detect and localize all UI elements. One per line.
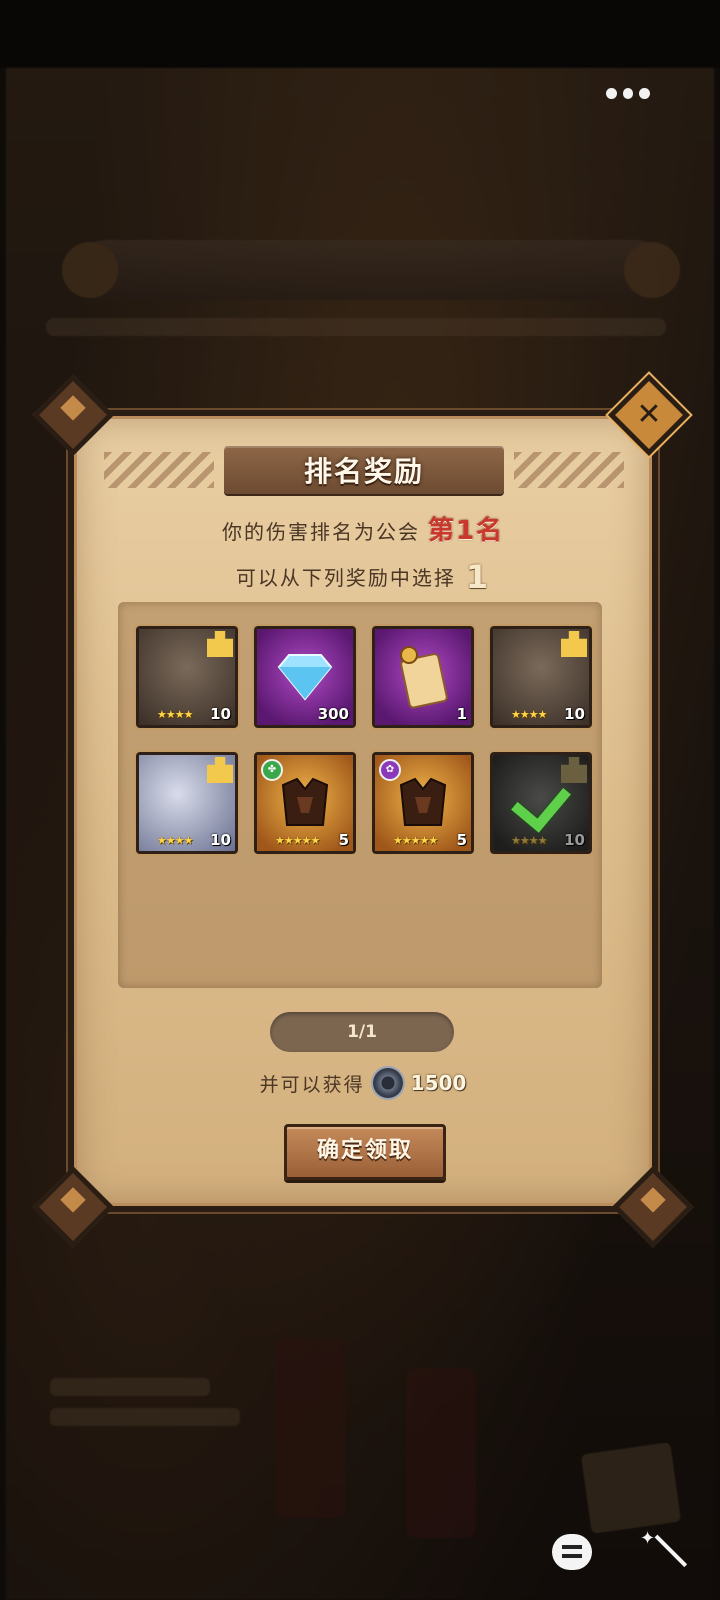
reward-item[interactable]: ★★★★ 10: [136, 626, 238, 728]
reward-item-selected[interactable]: ★★★★ 10: [490, 752, 592, 854]
reward-item[interactable]: ✤ ★★★★★ 5: [254, 752, 356, 854]
flower-badge-icon: ✿: [379, 759, 401, 781]
rank-value: 第1名: [427, 516, 505, 546]
ribbon-ornament: [514, 452, 624, 488]
clover-badge-icon: ✤: [261, 759, 283, 781]
star-rating: ★★★★: [157, 834, 193, 847]
item-count: 10: [210, 831, 231, 849]
more-options-button[interactable]: [606, 86, 651, 100]
page-indicator: 1/1: [270, 1012, 454, 1052]
dialog-title: 排名奖励: [303, 455, 424, 488]
extra-prefix: 并可以获得: [259, 1073, 365, 1096]
item-count: 5: [338, 831, 349, 849]
extra-amount: 1500: [410, 1071, 467, 1095]
confirm-claim-button[interactable]: 确定领取: [284, 1124, 446, 1180]
reward-item[interactable]: ★★★★ 10: [136, 752, 238, 854]
ribbon-ornament: [104, 452, 214, 488]
star-rating: ★★★★★: [393, 834, 438, 847]
reward-grid: ★★★★ 10 300 1 ★★★★ 10 ★★★★ 10 ✤ ★★★★★ 5 …: [118, 602, 602, 988]
dot-icon: [639, 87, 651, 99]
rank-prefix: 你的伤害排名为公会: [221, 520, 420, 544]
reward-item[interactable]: ★★★★ 10: [490, 626, 592, 728]
status-bar: [0, 0, 720, 68]
guild-coin-icon: [372, 1068, 403, 1098]
dot-icon: [622, 87, 634, 99]
reward-item[interactable]: ✿ ★★★★★ 5: [372, 752, 474, 854]
choose-line: 可以从下列奖励中选择 1: [74, 558, 652, 596]
close-icon: ✕: [636, 397, 662, 432]
item-count: 5: [456, 831, 467, 849]
star-rating: ★★★★: [511, 708, 547, 721]
title-ribbon: 排名奖励: [104, 446, 624, 494]
dot-icon: [606, 87, 617, 99]
bottom-toolbar: [552, 1528, 680, 1572]
choose-prefix: 可以从下列奖励中选择: [235, 566, 456, 590]
extra-reward-line: 并可以获得 1500: [74, 1068, 652, 1098]
rank-line: 你的伤害排名为公会 第1名: [74, 510, 652, 547]
item-count: 10: [564, 705, 585, 723]
item-count: 10: [210, 705, 231, 723]
choose-count: 1: [465, 558, 491, 596]
magic-wand-icon[interactable]: [640, 1528, 680, 1572]
item-count: 10: [564, 831, 585, 849]
star-rating: ★★★★: [511, 834, 547, 847]
reward-item[interactable]: 300: [254, 626, 356, 728]
item-count: 1: [456, 705, 467, 723]
star-rating: ★★★★★: [275, 834, 320, 847]
item-count: 300: [317, 705, 349, 723]
star-rating: ★★★★: [157, 708, 193, 721]
reward-item[interactable]: 1: [372, 626, 474, 728]
rank-reward-dialog: 排名奖励 你的伤害排名为公会 第1名 可以从下列奖励中选择 1 ★★★★ 10 30…: [31, 373, 695, 1249]
chat-icon[interactable]: [552, 1534, 592, 1570]
